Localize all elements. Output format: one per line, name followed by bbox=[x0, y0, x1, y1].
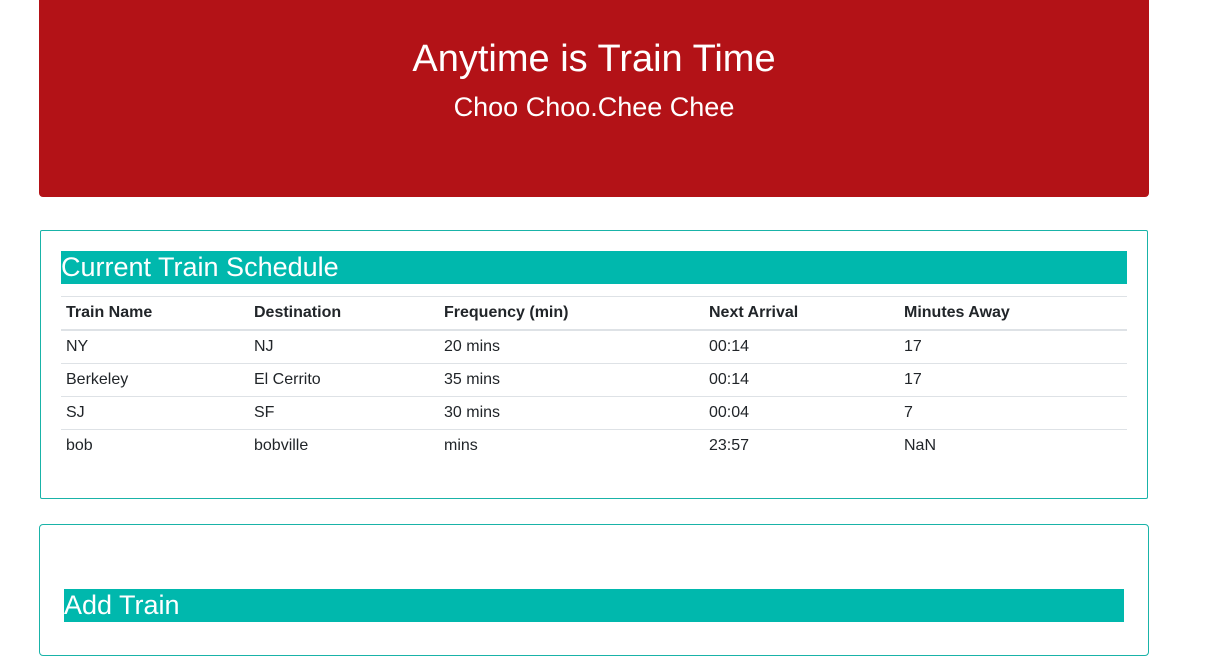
cell-minutes-away: 17 bbox=[904, 338, 922, 355]
cell-train-name: NY bbox=[66, 338, 89, 355]
page-subtitle: Choo Choo.Chee Chee bbox=[453, 92, 735, 122]
table-row: NY NJ 20 mins 00:14 17 bbox=[61, 330, 1127, 364]
cell-next-arrival: 00:14 bbox=[704, 363, 899, 397]
table-row: SJ SF 30 mins 00:04 7 bbox=[61, 396, 1127, 430]
column-header-train-name: Train Name bbox=[61, 296, 249, 331]
cell-next-arrival: 00:14 bbox=[709, 338, 750, 355]
table-row: Berkeley El Cerrito 35 mins 00:14 17 bbox=[61, 363, 1127, 397]
add-train-panel: Add Train bbox=[39, 524, 1149, 656]
cell-frequency: 30 mins bbox=[439, 396, 704, 430]
column-header-minutes-away: Minutes Away bbox=[899, 296, 1127, 331]
cell-next-arrival: 00:04 bbox=[704, 396, 899, 430]
cell-destination: bobville bbox=[249, 429, 439, 462]
schedule-table: Train Name Destination Frequency (min) N… bbox=[61, 296, 1127, 462]
cell-frequency: 20 mins bbox=[444, 338, 501, 355]
add-train-heading: Add Train bbox=[64, 589, 1124, 622]
cell-frequency: 35 mins bbox=[439, 363, 704, 397]
cell-minutes-away: 7 bbox=[899, 396, 1127, 430]
cell-destination: NJ bbox=[254, 338, 274, 355]
cell-frequency: mins bbox=[439, 429, 704, 462]
column-header-next-arrival: Next Arrival bbox=[704, 296, 899, 331]
cell-destination: SF bbox=[249, 396, 439, 430]
page-title: Anytime is Train Time bbox=[412, 38, 776, 80]
cell-train-name: bob bbox=[61, 429, 249, 462]
cell-train-name: SJ bbox=[61, 396, 249, 430]
column-header-frequency: Frequency (min) bbox=[439, 296, 704, 331]
cell-minutes-away: 17 bbox=[899, 363, 1127, 397]
column-header-destination: Destination bbox=[249, 296, 439, 331]
cell-minutes-away: NaN bbox=[899, 429, 1127, 462]
cell-next-arrival: 23:57 bbox=[704, 429, 899, 462]
schedule-heading: Current Train Schedule bbox=[61, 251, 1127, 284]
table-header-row: Train Name Destination Frequency (min) N… bbox=[61, 296, 1127, 331]
schedule-panel: Current Train Schedule Train Name Destin… bbox=[40, 230, 1148, 499]
header-banner: Anytime is Train Time Choo Choo.Chee Che… bbox=[39, 0, 1149, 197]
cell-train-name: Berkeley bbox=[61, 363, 249, 397]
cell-destination: El Cerrito bbox=[249, 363, 439, 397]
table-row: bob bobville mins 23:57 NaN bbox=[61, 429, 1127, 462]
